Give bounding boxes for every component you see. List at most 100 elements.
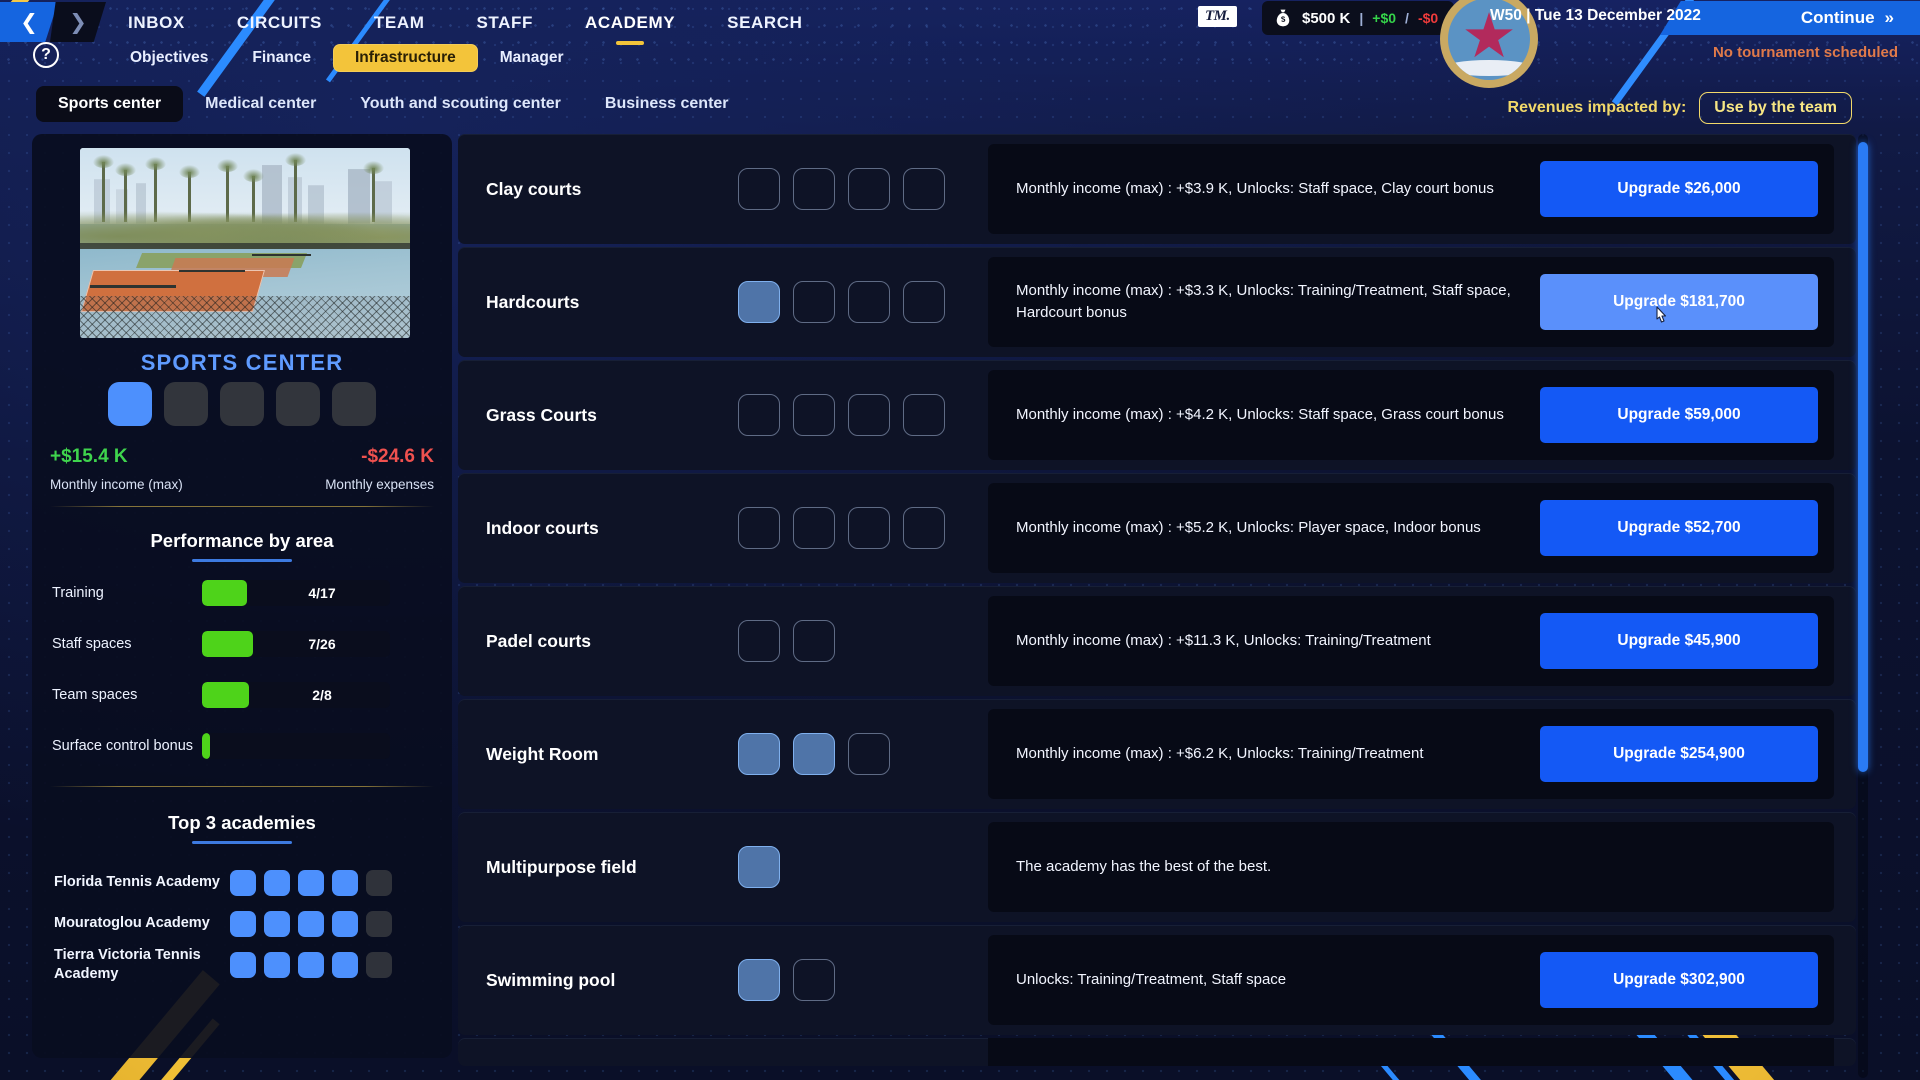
facility-level-slots <box>738 394 988 436</box>
level-slot[interactable] <box>738 281 780 323</box>
scrollbar-thumb[interactable] <box>1858 142 1868 772</box>
nav-item-circuits[interactable]: CIRCUITS <box>211 5 348 41</box>
center-tabs: Sports center Medical center Youth and s… <box>36 86 751 122</box>
nav-item-search[interactable]: SEARCH <box>701 5 828 41</box>
facility-name: Hardcourts <box>486 291 580 312</box>
level-slot[interactable] <box>738 846 780 888</box>
chevron-left-icon[interactable]: ❮ <box>0 2 58 42</box>
facility-row-clay-courts[interactable]: Clay courts Monthly income (max) : +$3.9… <box>458 134 1856 244</box>
level-slot[interactable] <box>738 168 780 210</box>
upgrade-button[interactable]: Upgrade $45,900 <box>1540 613 1818 669</box>
money-display: $500 K | +$0 / -$0 <box>1262 1 1455 35</box>
photo-fence-front <box>80 296 410 338</box>
sports-center-summary-panel: SPORTS CENTER +$15.4 K Monthly income (m… <box>32 134 452 1058</box>
sports-center-level-pips <box>32 382 452 426</box>
academies-section-title: Top 3 academies <box>168 812 316 833</box>
nav-item-academy[interactable]: ACADEMY <box>559 5 701 41</box>
panel-divider <box>50 786 434 787</box>
sub-navigation: Objectives Finance Infrastructure Manage… <box>108 44 586 72</box>
level-slot[interactable] <box>848 733 890 775</box>
tab-youth-scouting-center[interactable]: Youth and scouting center <box>338 86 583 122</box>
upgrade-button[interactable]: Upgrade $302,900 <box>1540 952 1818 1008</box>
facility-name: Padel courts <box>486 630 592 651</box>
nav-item-staff[interactable]: STAFF <box>450 5 559 41</box>
level-slot[interactable] <box>903 168 945 210</box>
facility-detail-box: Monthly income (max) : +$3.3 K, Unlocks:… <box>988 257 1834 347</box>
level-slot[interactable] <box>903 507 945 549</box>
rating-pip <box>298 911 324 937</box>
rating-pip <box>230 952 256 979</box>
nav-item-team[interactable]: TEAM <box>348 5 451 41</box>
revenues-label: Revenues impacted by: <box>1507 99 1687 116</box>
photo-net <box>251 254 311 257</box>
nav-item-inbox[interactable]: INBOX <box>102 5 211 41</box>
tab-business-center[interactable]: Business center <box>583 86 751 122</box>
subnav-item-finance[interactable]: Finance <box>230 44 333 72</box>
monthly-expenses-value: -$24.6 K <box>361 446 434 467</box>
academy-name: Florida Tennis Academy <box>54 874 220 891</box>
vertical-scrollbar[interactable] <box>1858 134 1868 1078</box>
chevron-right-icon[interactable]: ❯ <box>50 2 106 42</box>
facility-row-multipurpose-field[interactable]: Multipurpose field The academy has the b… <box>458 812 1856 922</box>
performance-bar: 7/26 <box>202 631 390 657</box>
upgrade-button[interactable]: Upgrade $26,000 <box>1540 161 1818 217</box>
game-date: W50 | Tue 13 December 2022 <box>1490 7 1701 24</box>
level-slot[interactable] <box>848 168 890 210</box>
level-slot[interactable] <box>793 507 835 549</box>
upgrade-button[interactable]: Upgrade $254,900 <box>1540 726 1818 782</box>
crest-swoosh <box>1448 60 1530 76</box>
revenues-filter-pill[interactable]: Use by the team <box>1699 92 1852 124</box>
subnav-item-objectives[interactable]: Objectives <box>108 44 230 72</box>
tab-sports-center[interactable]: Sports center <box>36 86 184 122</box>
facility-row-hardcourts[interactable]: Hardcourts Monthly income (max) : +$3.3 … <box>458 247 1856 357</box>
level-slot[interactable] <box>793 394 835 436</box>
academy-rating-pips <box>230 870 392 896</box>
performance-label: Team spaces <box>52 687 138 703</box>
tab-medical-center[interactable]: Medical center <box>183 86 338 122</box>
level-slot[interactable] <box>793 733 835 775</box>
facility-row-padel-courts[interactable]: Padel courts Monthly income (max) : +$11… <box>458 586 1856 696</box>
facility-level-slots <box>738 168 988 210</box>
revenues-impacted-by: Revenues impacted by: Use by the team <box>1508 92 1852 124</box>
tennis-courts-photo <box>80 148 410 338</box>
level-slot[interactable] <box>738 394 780 436</box>
level-slot[interactable] <box>793 959 835 1001</box>
level-pip <box>276 382 320 426</box>
level-slot[interactable] <box>738 507 780 549</box>
facility-row-grass-courts[interactable]: Grass Courts Monthly income (max) : +$4.… <box>458 360 1856 470</box>
academies-title-underline <box>192 841 292 844</box>
money-expense: -$0 <box>1417 10 1439 26</box>
facility-row-indoor-courts[interactable]: Indoor courts Monthly income (max) : +$5… <box>458 473 1856 583</box>
facility-row-partial[interactable] <box>458 1038 1856 1066</box>
facility-name: Grass Courts <box>486 404 597 425</box>
subnav-item-manager[interactable]: Manager <box>478 44 586 72</box>
level-slot[interactable] <box>793 281 835 323</box>
rating-pip <box>366 911 392 937</box>
facility-row-swimming-pool[interactable]: Swimming pool Unlocks: Training/Treatmen… <box>458 925 1856 1035</box>
level-slot[interactable] <box>848 394 890 436</box>
top-header-bar: ❮ ❯ ? INBOX CIRCUITS TEAM STAFF ACADEMY … <box>0 0 1920 88</box>
facility-detail-box: Monthly income (max) : +$5.2 K, Unlocks:… <box>988 483 1834 573</box>
level-slot[interactable] <box>738 959 780 1001</box>
facility-row-weight-room[interactable]: Weight Room Monthly income (max) : +$6.2… <box>458 699 1856 809</box>
upgrade-button[interactable]: Upgrade $59,000 <box>1540 387 1818 443</box>
level-slot[interactable] <box>738 620 780 662</box>
academy-name: Mouratoglou Academy <box>54 915 210 932</box>
rating-pip <box>230 911 256 937</box>
upgrade-button[interactable]: Upgrade $52,700 <box>1540 500 1818 556</box>
level-slot[interactable] <box>793 168 835 210</box>
performance-value: 2/8 <box>312 687 332 703</box>
performance-label: Staff spaces <box>52 636 132 652</box>
level-slot[interactable] <box>903 394 945 436</box>
monthly-income-caption: Monthly income (max) <box>50 477 183 492</box>
level-slot[interactable] <box>848 281 890 323</box>
level-slot[interactable] <box>793 620 835 662</box>
question-mark-icon[interactable]: ? <box>33 42 59 68</box>
money-bag-icon <box>1276 9 1290 27</box>
level-slot[interactable] <box>738 733 780 775</box>
subnav-item-infrastructure[interactable]: Infrastructure <box>332 44 478 72</box>
performance-row-surface-control-bonus: Surface control bonus <box>52 731 432 761</box>
level-slot[interactable] <box>848 507 890 549</box>
level-slot[interactable] <box>903 281 945 323</box>
upgrade-button[interactable]: Upgrade $181,700 <box>1540 274 1818 330</box>
